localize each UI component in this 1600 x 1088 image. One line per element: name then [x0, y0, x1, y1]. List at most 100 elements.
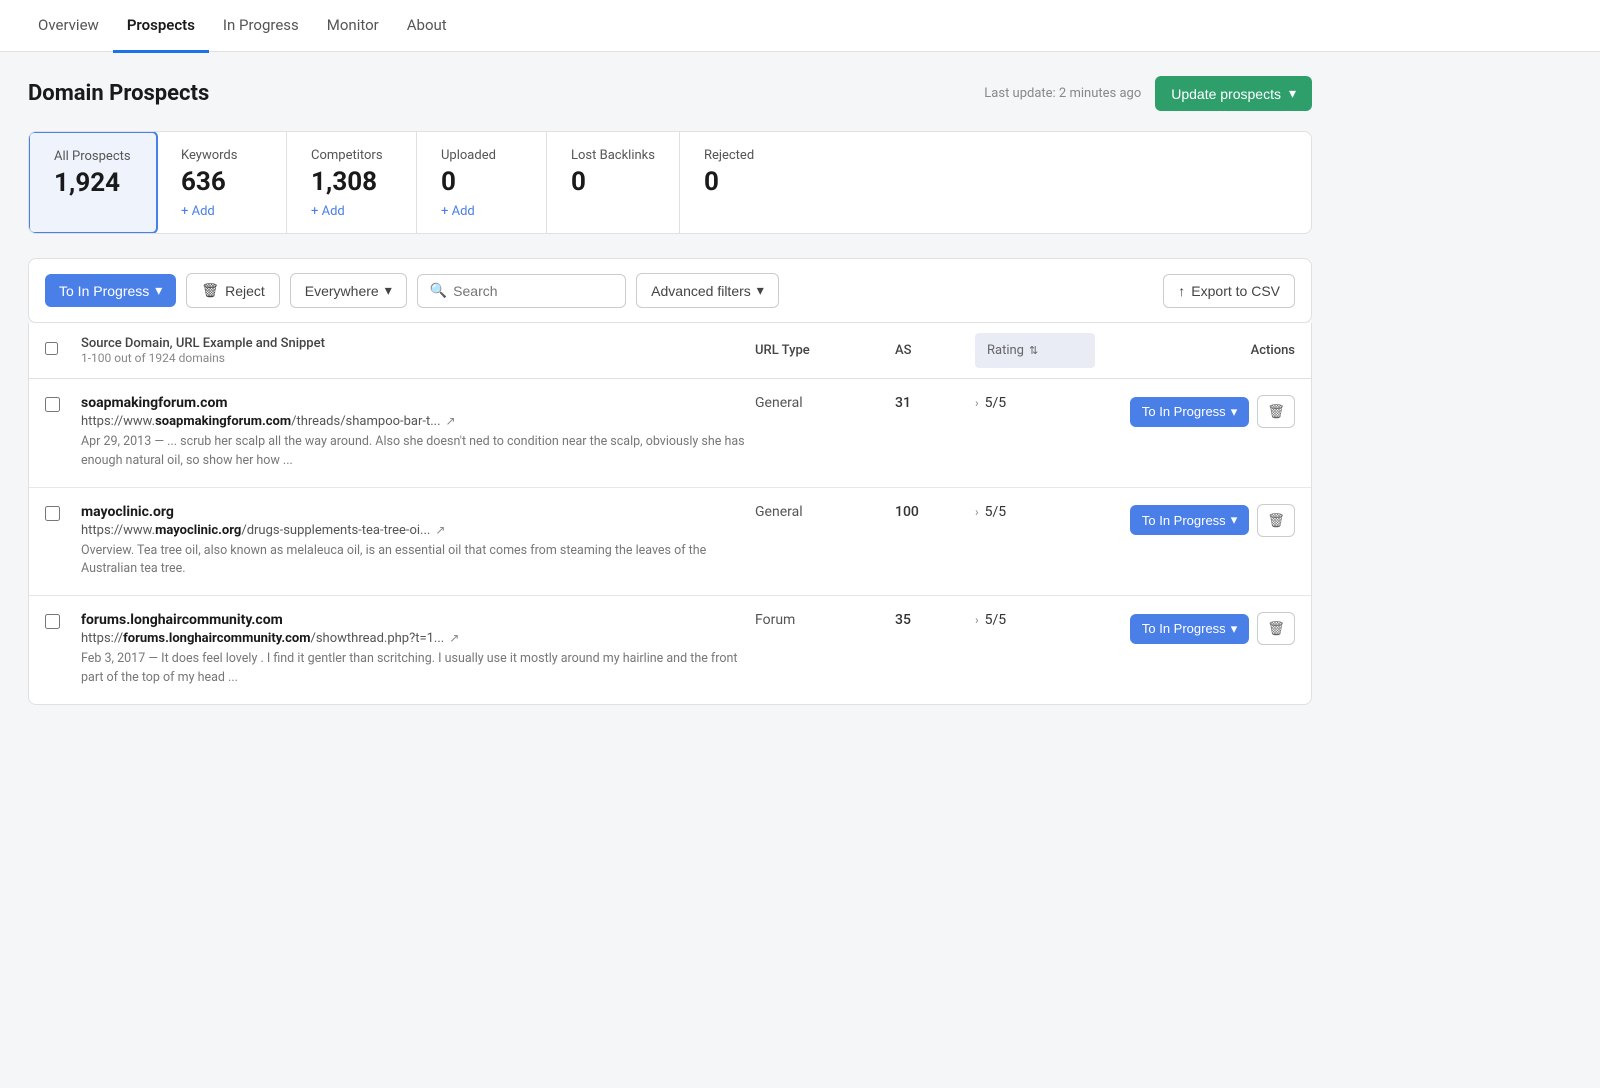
delete-row-button-0[interactable]: 🗑 [1257, 395, 1295, 428]
domain-name-0: soapmakingforum.com [81, 395, 755, 411]
stat-add-3[interactable]: + Add [441, 204, 522, 219]
domain-url-2: https://forums.longhaircommunity.com/sho… [81, 631, 755, 646]
stat-label-5: Rejected [704, 148, 786, 163]
advanced-filters-label: Advanced filters [651, 283, 751, 299]
page-header: Domain Prospects Last update: 2 minutes … [28, 76, 1312, 111]
nav-item-monitor[interactable]: Monitor [313, 0, 393, 53]
table-row: mayoclinic.org https://www.mayoclinic.org… [29, 488, 1311, 597]
export-csv-button[interactable]: ↑ Export to CSV [1163, 274, 1295, 308]
url-type-2: Forum [755, 612, 895, 628]
rating-0: ›5/5 [975, 395, 1095, 411]
stat-card-all-prospects[interactable]: All Prospects1,924 [28, 131, 158, 234]
page-title: Domain Prospects [28, 81, 209, 106]
chevron-down-icon: ▾ [385, 282, 392, 299]
export-label: Export to CSV [1191, 283, 1280, 299]
trash-icon: 🗑 [1267, 512, 1285, 528]
th-rating[interactable]: Rating ⇅ [975, 333, 1095, 368]
reject-button[interactable]: 🗑 Reject [186, 273, 279, 308]
export-icon: ↑ [1178, 283, 1185, 299]
action-label-0: To In Progress [1142, 404, 1226, 419]
rating-value-0: 5/5 [985, 395, 1007, 411]
chevron-down-icon: ▾ [1231, 512, 1238, 528]
domain-snippet-0: Apr 29, 2013 — ... scrub her scalp all t… [81, 433, 755, 471]
update-prospects-label: Update prospects [1171, 86, 1281, 102]
table-section: To In Progress ▾ 🗑 Reject Everywhere ▾ 🔍… [28, 258, 1312, 705]
to-in-progress-row-button-0[interactable]: To In Progress ▾ [1130, 397, 1249, 427]
as-score-1: 100 [895, 504, 975, 520]
stat-label-1: Keywords [181, 148, 262, 163]
th-rating-label: Rating [987, 343, 1024, 358]
external-link-icon-1[interactable]: ↗ [432, 523, 445, 537]
stat-card-keywords[interactable]: Keywords636+ Add [157, 132, 287, 233]
to-in-progress-row-button-1[interactable]: To In Progress ▾ [1130, 505, 1249, 535]
top-navigation: OverviewProspectsIn ProgressMonitorAbout [0, 0, 1600, 52]
th-as: AS [895, 343, 975, 358]
row-checkbox-input-1[interactable] [45, 506, 60, 521]
to-in-progress-label: To In Progress [59, 283, 149, 299]
stats-row: All Prospects1,924Keywords636+ AddCompet… [28, 131, 1312, 234]
stat-value-2: 1,308 [311, 167, 392, 198]
domain-snippet-1: Overview. Tea tree oil, also known as me… [81, 542, 755, 580]
stat-card-rejected[interactable]: Rejected0 [680, 132, 810, 233]
as-score-2: 35 [895, 612, 975, 628]
rating-value-2: 5/5 [985, 612, 1007, 628]
domain-name-1: mayoclinic.org [81, 504, 755, 520]
table-header: Source Domain, URL Example and Snippet 1… [29, 323, 1311, 379]
select-all-checkbox[interactable] [45, 342, 58, 355]
row-checkbox-1 [45, 504, 81, 521]
nav-item-prospects[interactable]: Prospects [113, 0, 209, 53]
domain-cell-2: forums.longhaircommunity.comhttps://foru… [81, 612, 755, 688]
th-actions: Actions [1095, 343, 1295, 358]
sort-icon: ⇅ [1029, 344, 1038, 357]
stat-label-2: Competitors [311, 148, 392, 163]
row-checkbox-input-2[interactable] [45, 614, 60, 629]
chevron-right-icon: › [975, 613, 979, 627]
domain-cell-1: mayoclinic.org https://www.mayoclinic.org… [81, 504, 755, 580]
search-input[interactable] [453, 283, 613, 299]
reject-label: Reject [225, 283, 265, 299]
rating-2: › 5/5 [975, 612, 1095, 628]
domain-snippet-2: Feb 3, 2017 — It does feel lovely . I fi… [81, 650, 755, 688]
domain-url-1: https://www.mayoclinic.org/drugs-supplem… [81, 523, 755, 538]
stat-card-uploaded[interactable]: Uploaded0+ Add [417, 132, 547, 233]
row-checkbox-input-0[interactable] [45, 397, 60, 412]
nav-item-about[interactable]: About [393, 0, 461, 53]
rating-1: ›5/5 [975, 504, 1095, 520]
trash-icon: 🗑 [1267, 403, 1285, 419]
stat-label-3: Uploaded [441, 148, 522, 163]
as-score-0: 31 [895, 395, 975, 411]
chevron-right-icon: › [975, 505, 979, 519]
delete-row-button-2[interactable]: 🗑 [1257, 612, 1295, 645]
actions-cell-2: To In Progress ▾ 🗑 [1095, 612, 1295, 645]
header-right: Last update: 2 minutes ago Update prospe… [984, 76, 1312, 111]
th-checkbox [45, 342, 81, 359]
action-label-1: To In Progress [1142, 513, 1226, 528]
everywhere-label: Everywhere [305, 283, 379, 299]
chevron-down-icon: ▾ [1231, 404, 1238, 420]
delete-row-button-1[interactable]: 🗑 [1257, 504, 1295, 537]
stat-add-1[interactable]: + Add [181, 204, 262, 219]
url-type-1: General [755, 504, 895, 520]
domain-cell-0: soapmakingforum.comhttps://www.soapmakin… [81, 395, 755, 471]
trash-icon: 🗑 [1267, 620, 1285, 636]
update-prospects-button[interactable]: Update prospects ▾ [1155, 76, 1312, 111]
search-icon: 🔍 [430, 283, 447, 299]
chevron-down-icon: ▾ [1231, 621, 1238, 637]
everywhere-dropdown[interactable]: Everywhere ▾ [290, 273, 407, 308]
advanced-filters-button[interactable]: Advanced filters ▾ [636, 273, 779, 308]
table-body: soapmakingforum.comhttps://www.soapmakin… [29, 379, 1311, 704]
external-link-icon-2[interactable]: ↗ [446, 631, 459, 645]
external-link-icon-0[interactable]: ↗ [443, 414, 456, 428]
to-in-progress-button[interactable]: To In Progress ▾ [45, 274, 176, 307]
to-in-progress-row-button-2[interactable]: To In Progress ▾ [1130, 614, 1249, 644]
nav-item-in-progress[interactable]: In Progress [209, 0, 313, 53]
th-url-type: URL Type [755, 343, 895, 358]
table-container: Source Domain, URL Example and Snippet 1… [28, 323, 1312, 705]
th-source-label: Source Domain, URL Example and Snippet [81, 336, 755, 351]
last-update: Last update: 2 minutes ago [984, 86, 1141, 101]
stat-add-2[interactable]: + Add [311, 204, 392, 219]
stat-card-lost-backlinks[interactable]: Lost Backlinks0 [547, 132, 680, 233]
nav-item-overview[interactable]: Overview [24, 0, 113, 53]
stat-card-competitors[interactable]: Competitors 1,308 + Add [287, 132, 417, 233]
row-checkbox-0 [45, 395, 81, 412]
